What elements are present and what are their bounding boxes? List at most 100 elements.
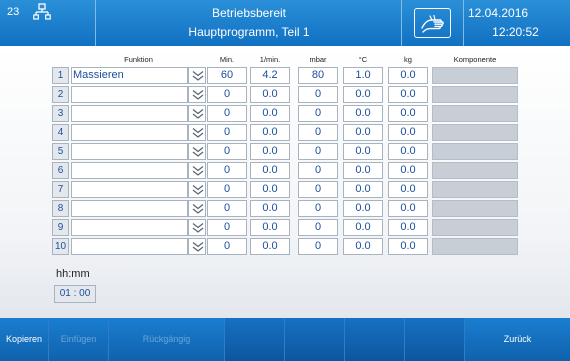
kg-field[interactable]: 0.0 bbox=[388, 219, 428, 236]
column-header-mbar: mbar bbox=[309, 55, 327, 64]
kg-field[interactable]: 0.0 bbox=[388, 67, 428, 84]
function-dropdown-button[interactable] bbox=[188, 143, 206, 160]
kg-field[interactable]: 0.0 bbox=[388, 86, 428, 103]
min-field[interactable]: 0 bbox=[207, 105, 247, 122]
min-field[interactable]: 0 bbox=[207, 124, 247, 141]
row-number: 1 bbox=[52, 67, 69, 84]
rate-field[interactable]: 0.0 bbox=[250, 86, 290, 103]
datetime-area: 12.04.2016 12:20:52 bbox=[464, 0, 570, 46]
kg-field[interactable]: 0.0 bbox=[388, 124, 428, 141]
mbar-field[interactable]: 0 bbox=[298, 219, 338, 236]
function-dropdown-button[interactable] bbox=[188, 67, 206, 84]
rate-field[interactable]: 0.0 bbox=[250, 162, 290, 179]
mbar-field[interactable]: 0 bbox=[298, 105, 338, 122]
rate-field[interactable]: 0.0 bbox=[250, 181, 290, 198]
component-field[interactable] bbox=[432, 200, 518, 217]
duration-field[interactable]: 01 : 00 bbox=[54, 285, 96, 303]
function-field[interactable] bbox=[71, 143, 188, 160]
copy-button[interactable]: Kopieren bbox=[0, 318, 49, 361]
min-field[interactable]: 0 bbox=[207, 181, 247, 198]
temperature-field[interactable]: 0.0 bbox=[343, 162, 383, 179]
component-field[interactable] bbox=[432, 105, 518, 122]
duration-label: hh:mm bbox=[56, 268, 90, 280]
component-field[interactable] bbox=[432, 219, 518, 236]
component-field[interactable] bbox=[432, 238, 518, 255]
mbar-field[interactable]: 0 bbox=[298, 200, 338, 217]
component-field[interactable] bbox=[432, 67, 518, 84]
kg-field[interactable]: 0.0 bbox=[388, 181, 428, 198]
temperature-field[interactable]: 0.0 bbox=[343, 105, 383, 122]
temperature-field[interactable]: 1.0 bbox=[343, 67, 383, 84]
temperature-field[interactable]: 0.0 bbox=[343, 124, 383, 141]
empty-softkey-3[interactable] bbox=[345, 318, 405, 361]
min-field[interactable]: 0 bbox=[207, 238, 247, 255]
mbar-field[interactable]: 0 bbox=[298, 162, 338, 179]
min-field[interactable]: 0 bbox=[207, 143, 247, 160]
min-field[interactable]: 0 bbox=[207, 162, 247, 179]
row-number: 6 bbox=[52, 162, 69, 179]
component-field[interactable] bbox=[432, 181, 518, 198]
function-field[interactable] bbox=[71, 238, 188, 255]
function-dropdown-button[interactable] bbox=[188, 105, 206, 122]
component-field[interactable] bbox=[432, 143, 518, 160]
temperature-field[interactable]: 0.0 bbox=[343, 143, 383, 160]
function-field[interactable]: Massieren bbox=[71, 67, 188, 84]
temperature-field[interactable]: 0.0 bbox=[343, 219, 383, 236]
column-header-kg: kg bbox=[404, 55, 412, 64]
function-field[interactable] bbox=[71, 200, 188, 217]
temperature-field[interactable]: 0.0 bbox=[343, 238, 383, 255]
mbar-field[interactable]: 0 bbox=[298, 86, 338, 103]
rate-field[interactable]: 0.0 bbox=[250, 219, 290, 236]
empty-softkey-4[interactable] bbox=[405, 318, 465, 361]
kg-field[interactable]: 0.0 bbox=[388, 105, 428, 122]
hand-button-area[interactable] bbox=[402, 0, 464, 46]
function-field[interactable] bbox=[71, 181, 188, 198]
component-field[interactable] bbox=[432, 124, 518, 141]
min-field[interactable]: 0 bbox=[207, 86, 247, 103]
temperature-field[interactable]: 0.0 bbox=[343, 200, 383, 217]
back-button[interactable]: Zurück bbox=[465, 318, 570, 361]
kg-field[interactable]: 0.0 bbox=[388, 162, 428, 179]
function-field[interactable] bbox=[71, 219, 188, 236]
function-field[interactable] bbox=[71, 162, 188, 179]
function-dropdown-button[interactable] bbox=[188, 181, 206, 198]
mbar-field[interactable]: 0 bbox=[298, 238, 338, 255]
empty-softkey-1[interactable] bbox=[225, 318, 285, 361]
function-field[interactable] bbox=[71, 105, 188, 122]
empty-softkey-2[interactable] bbox=[285, 318, 345, 361]
rate-field[interactable]: 0.0 bbox=[250, 105, 290, 122]
row-number: 2 bbox=[52, 86, 69, 103]
paste-button[interactable]: Einfügen bbox=[49, 318, 109, 361]
rate-field[interactable]: 0.0 bbox=[250, 143, 290, 160]
mbar-field[interactable]: 0 bbox=[298, 181, 338, 198]
component-field[interactable] bbox=[432, 86, 518, 103]
function-dropdown-button[interactable] bbox=[188, 86, 206, 103]
temperature-field[interactable]: 0.0 bbox=[343, 86, 383, 103]
function-field[interactable] bbox=[71, 124, 188, 141]
rate-field[interactable]: 0.0 bbox=[250, 200, 290, 217]
function-dropdown-button[interactable] bbox=[188, 200, 206, 217]
mbar-field[interactable]: 80 bbox=[298, 67, 338, 84]
undo-button[interactable]: Rückgängig bbox=[109, 318, 225, 361]
function-field[interactable] bbox=[71, 86, 188, 103]
mbar-field[interactable]: 0 bbox=[298, 124, 338, 141]
kg-field[interactable]: 0.0 bbox=[388, 200, 428, 217]
kg-field[interactable]: 0.0 bbox=[388, 143, 428, 160]
function-dropdown-button[interactable] bbox=[188, 162, 206, 179]
hand-touch-icon[interactable] bbox=[414, 8, 451, 38]
function-dropdown-button[interactable] bbox=[188, 219, 206, 236]
rate-field[interactable]: 4.2 bbox=[250, 67, 290, 84]
min-field[interactable]: 0 bbox=[207, 219, 247, 236]
component-field[interactable] bbox=[432, 162, 518, 179]
min-field[interactable]: 60 bbox=[207, 67, 247, 84]
chevron-double-down-icon bbox=[192, 128, 204, 138]
rate-field[interactable]: 0.0 bbox=[250, 124, 290, 141]
function-dropdown-button[interactable] bbox=[188, 238, 206, 255]
temperature-field[interactable]: 0.0 bbox=[343, 181, 383, 198]
chevron-double-down-icon bbox=[192, 147, 204, 157]
rate-field[interactable]: 0.0 bbox=[250, 238, 290, 255]
kg-field[interactable]: 0.0 bbox=[388, 238, 428, 255]
function-dropdown-button[interactable] bbox=[188, 124, 206, 141]
min-field[interactable]: 0 bbox=[207, 200, 247, 217]
mbar-field[interactable]: 0 bbox=[298, 143, 338, 160]
